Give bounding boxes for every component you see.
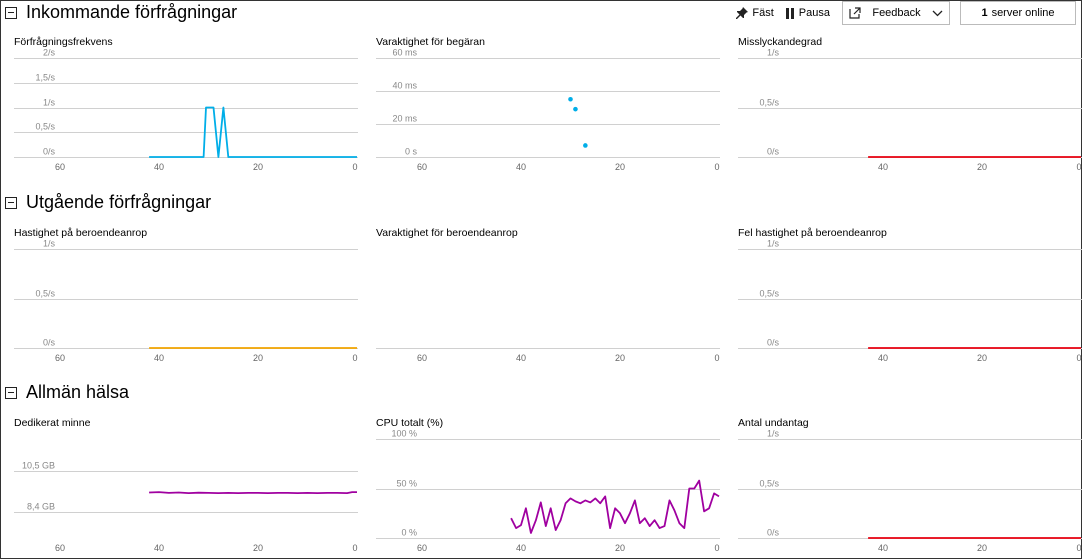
y-tick-label: 60 ms: [392, 48, 417, 58]
y-tick-label: 50 %: [396, 479, 417, 489]
collapse-icon[interactable]: [5, 386, 17, 399]
y-tick-label: 0 %: [401, 528, 417, 538]
x-tick-label: 0: [352, 543, 357, 553]
x-tick-label: 0: [1076, 543, 1081, 553]
y-tick-label: 1/s: [43, 98, 56, 108]
y-tick-label: 0,5/s: [759, 289, 779, 299]
pause-label: Pausa: [798, 7, 830, 19]
x-tick-label: 0: [1076, 162, 1081, 172]
x-tick-label: 0: [714, 162, 719, 172]
x-tick-label: 60: [55, 353, 65, 363]
y-tick-label: 2/s: [43, 48, 56, 58]
y-tick-label: 100 %: [391, 429, 417, 439]
x-tick-label: 40: [878, 162, 888, 172]
x-tick-label: 40: [516, 543, 526, 553]
section-title: Allmän hälsa: [26, 382, 130, 402]
x-tick-label: 20: [253, 162, 263, 172]
x-tick-label: 0: [1076, 353, 1081, 363]
x-tick-label: 20: [977, 543, 987, 553]
y-tick-label: 0,5/s: [35, 289, 55, 299]
y-tick-label: 0/s: [43, 338, 56, 348]
x-tick-label: 0: [714, 353, 719, 363]
x-tick-label: 0: [352, 162, 357, 172]
section-title: Utgående förfrågningar: [26, 192, 212, 212]
x-tick-label: 0: [352, 353, 357, 363]
data-point: [583, 143, 588, 148]
chart-request-duration: Varaktighet för begäran 60 ms 40 ms 20 ms 0…: [376, 36, 721, 176]
pin-icon: [736, 7, 749, 19]
collapse-icon[interactable]: [5, 196, 17, 209]
chart-dependency-duration: Varaktighet för beroendeanrop 60 40 20 0: [376, 227, 721, 367]
x-tick-label: 60: [417, 353, 427, 363]
chart-exception-count: Antal undantag 1/s 0,5/s 0/s 40 20 0: [738, 417, 1082, 557]
pause-button[interactable]: Pausa: [785, 7, 830, 19]
section-incoming: Inkommande förfrågningar: [5, 2, 237, 23]
y-tick-label: 0/s: [767, 147, 780, 157]
y-tick-label: 10,5 GB: [22, 461, 55, 471]
x-tick-label: 0: [714, 543, 719, 553]
x-tick-label: 20: [615, 162, 625, 172]
feedback-label: Feedback: [872, 7, 921, 19]
chart-cpu-total: CPU totalt (%) 100 % 50 % 0 % 60 40 20 0: [376, 417, 721, 557]
y-tick-label: 1,5/s: [35, 73, 55, 83]
y-tick-label: 1/s: [767, 239, 780, 249]
y-tick-label: 0,5/s: [759, 98, 779, 108]
x-tick-label: 60: [55, 162, 65, 172]
x-tick-label: 40: [878, 353, 888, 363]
x-tick-label: 40: [516, 162, 526, 172]
server-count: 1: [981, 7, 988, 19]
section-outgoing: Utgående förfrågningar: [5, 192, 211, 213]
x-tick-label: 20: [615, 353, 625, 363]
toolbar: Fäst Pausa Feedback 1 server online: [736, 1, 1076, 25]
y-tick-label: 0/s: [43, 147, 56, 157]
collapse-icon[interactable]: [5, 6, 17, 19]
pause-icon: [785, 7, 794, 19]
y-tick-label: 0,5/s: [759, 479, 779, 489]
x-tick-label: 20: [977, 353, 987, 363]
y-tick-label: 1/s: [43, 239, 56, 249]
y-tick-label: 1/s: [767, 48, 780, 58]
y-tick-label: 8,4 GB: [27, 502, 55, 512]
x-tick-label: 20: [253, 543, 263, 553]
data-point: [568, 96, 573, 102]
y-tick-label: 20 ms: [392, 114, 417, 124]
x-tick-label: 40: [154, 353, 164, 363]
x-tick-label: 20: [977, 162, 987, 172]
pin-button[interactable]: Fäst: [736, 7, 774, 19]
chart-committed-memory: Dedikerat minne 10,5 GB 8,4 GB 60 40 20 0: [14, 417, 359, 557]
x-tick-label: 40: [516, 353, 526, 363]
chart-dependency-failure-rate: Fel hastighet på beroendeanrop 1/s 0,5/s 0…: [738, 227, 1082, 367]
x-tick-label: 40: [878, 543, 888, 553]
x-tick-label: 40: [154, 162, 164, 172]
y-tick-label: 0,5/s: [35, 122, 55, 132]
y-tick-label: 0/s: [767, 528, 780, 538]
x-tick-label: 20: [615, 543, 625, 553]
y-tick-label: 40 ms: [392, 81, 417, 91]
y-tick-label: 0 s: [405, 147, 418, 157]
feedback-dropdown[interactable]: Feedback: [842, 1, 950, 25]
y-tick-label: 0/s: [767, 338, 780, 348]
series-line: [149, 491, 357, 494]
server-status-button[interactable]: 1 server online: [960, 1, 1076, 25]
section-health: Allmän hälsa: [5, 382, 129, 403]
chart-failure-rate: Misslyckandegrad 1/s 0,5/s 0/s 40 20 0: [738, 36, 1082, 176]
pin-label: Fäst: [752, 7, 774, 19]
x-tick-label: 60: [55, 543, 65, 553]
x-tick-label: 60: [417, 162, 427, 172]
chart-request-rate: Förfrågningsfrekvens 2/s 1,5/s 1/s 0,5/s 0/s…: [14, 36, 359, 176]
series-line: [510, 479, 720, 534]
data-point: [573, 106, 578, 112]
y-tick-label: 1/s: [767, 429, 780, 439]
chart-dependency-rate: Hastighet på beroendeanrop 1/s 0,5/s 0/s 60…: [14, 227, 359, 367]
chevron-down-icon: [932, 10, 943, 16]
x-tick-label: 60: [417, 543, 427, 553]
external-link-icon: [849, 7, 861, 19]
server-status-label: server online: [991, 7, 1055, 19]
section-title: Inkommande förfrågningar: [26, 2, 238, 22]
x-tick-label: 40: [154, 543, 164, 553]
x-tick-label: 20: [253, 353, 263, 363]
